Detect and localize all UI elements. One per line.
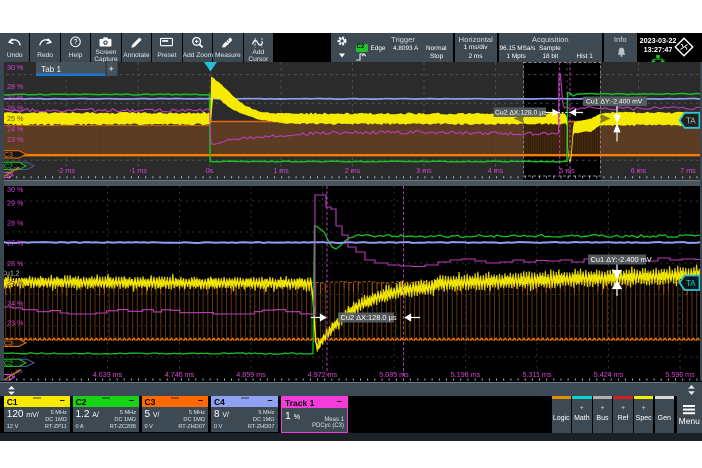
svg-text:23 %: 23 % [7, 135, 24, 144]
svg-text:27 %: 27 % [7, 239, 24, 248]
svg-text:0s: 0s [206, 166, 214, 175]
svg-text:5.311 ms: 5.311 ms [522, 370, 551, 379]
svg-text:4.746 ms: 4.746 ms [165, 370, 195, 379]
svg-text:27 %: 27 % [7, 93, 24, 102]
svg-text:TA: TA [686, 279, 696, 288]
svg-text:Cu1 ΔY:-2.400 mV: Cu1 ΔY:-2.400 mV [586, 99, 643, 106]
svg-text:25 %: 25 % [7, 114, 24, 123]
svg-text:C2: C2 [4, 360, 13, 367]
svg-text:1 ms: 1 ms [273, 166, 289, 175]
svg-text:C3: C3 [4, 152, 13, 159]
svg-text:24 %: 24 % [7, 125, 24, 134]
svg-text:5 ms: 5 ms [559, 166, 575, 175]
svg-text:29 %: 29 % [7, 199, 24, 208]
svg-text:25 %: 25 % [7, 279, 24, 288]
svg-text:5.596 ms: 5.596 ms [665, 370, 695, 379]
svg-text:2 ms: 2 ms [345, 166, 361, 175]
svg-text:TA: TA [686, 117, 696, 126]
svg-text:28 %: 28 % [7, 219, 24, 228]
svg-text:23 %: 23 % [7, 319, 24, 328]
svg-text:5.424 ms: 5.424 ms [594, 370, 624, 379]
svg-text:6 ms: 6 ms [631, 166, 647, 175]
svg-text:C3: C3 [4, 341, 13, 348]
svg-text:?: ? [74, 37, 78, 46]
svg-text:24 %: 24 % [7, 299, 24, 308]
svg-text:3 ms: 3 ms [416, 166, 432, 175]
svg-text:4.859 ms: 4.859 ms [236, 370, 266, 379]
svg-text:4.972 ms: 4.972 ms [308, 370, 338, 379]
svg-text:30 %: 30 % [7, 63, 24, 72]
svg-text:26 %: 26 % [7, 259, 24, 268]
svg-text:4 ms: 4 ms [488, 166, 504, 175]
svg-text:Cu1 ΔY:-2.400 mV: Cu1 ΔY:-2.400 mV [591, 255, 652, 264]
svg-text:30 %: 30 % [7, 186, 24, 194]
svg-text:Cu2 ΔX:128.0 µs: Cu2 ΔX:128.0 µs [495, 110, 547, 117]
svg-text:+: + [109, 64, 114, 74]
svg-text:-2 ms: -2 ms [57, 166, 75, 175]
svg-text:5.085 ms: 5.085 ms [379, 370, 409, 379]
svg-text:26 %: 26 % [7, 104, 24, 113]
svg-text:7 ms: 7 ms [680, 166, 696, 175]
svg-text:Cu2 ΔX:128.0 µs: Cu2 ΔX:128.0 µs [341, 313, 397, 322]
svg-text:-1 ms: -1 ms [129, 166, 147, 175]
svg-text:4.633 ms: 4.633 ms [93, 370, 123, 379]
svg-text:Tab 1: Tab 1 [41, 65, 61, 74]
svg-text:28 %: 28 % [7, 82, 24, 91]
svg-text:5.198 ms: 5.198 ms [451, 370, 481, 379]
